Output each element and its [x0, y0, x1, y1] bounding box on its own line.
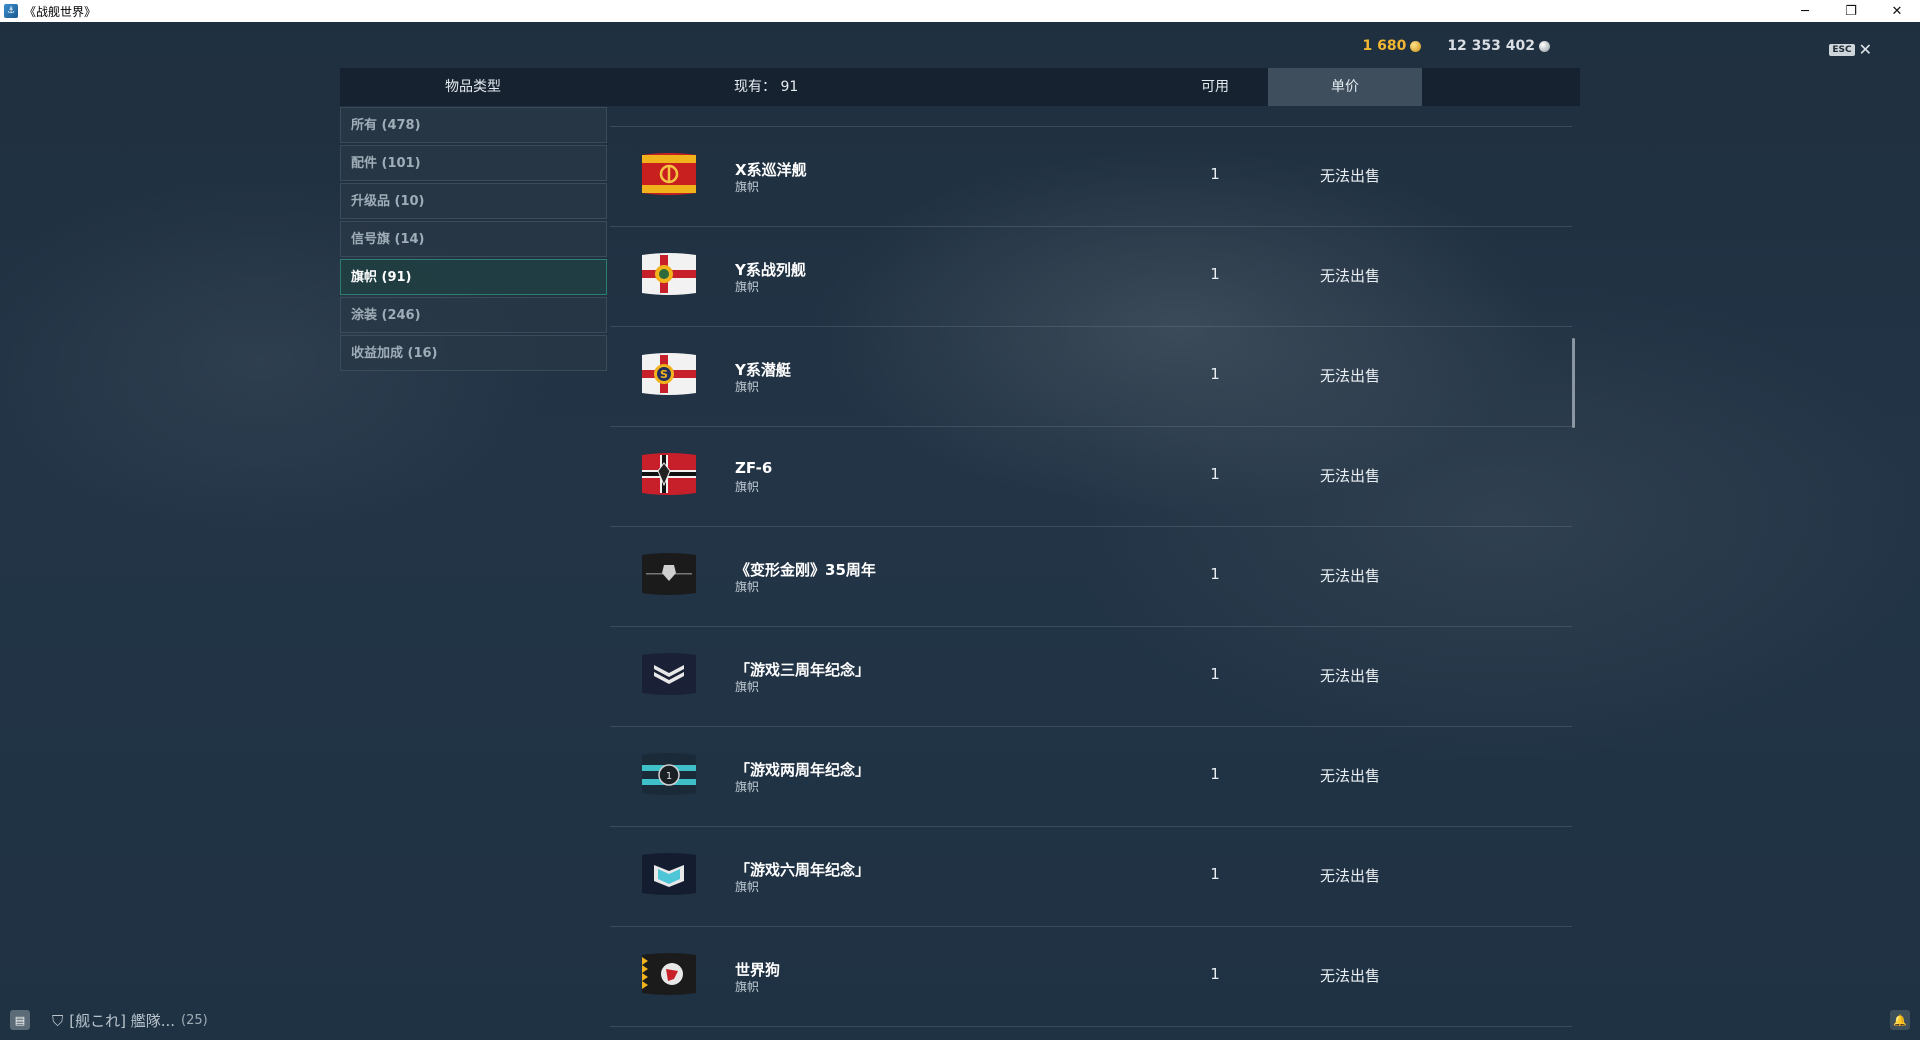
credits-balance: 12 353 402: [1447, 38, 1550, 54]
navy-book-flag-icon: [640, 851, 698, 897]
clan-member-count: (25): [181, 1013, 208, 1028]
list-item[interactable]: 1 「游戏两周年纪念」 旗帜 1 无法出售: [610, 727, 1572, 827]
navy-chevron-flag-icon: [640, 651, 698, 697]
item-quantity: 1: [1210, 565, 1220, 583]
item-quantity: 1: [1210, 865, 1220, 883]
esc-close-button[interactable]: ESC ✕: [1829, 40, 1872, 59]
list-item[interactable]: 世界狗 旗帜 1 无法出售: [610, 927, 1572, 1027]
item-quantity: 1: [1210, 665, 1220, 683]
item-price: 无法出售: [1319, 467, 1380, 485]
item-quantity: 1: [1210, 265, 1220, 283]
item-type: 旗帜: [735, 580, 760, 594]
list-item[interactable]: ZF-6 旗帜 1 无法出售: [610, 427, 1572, 527]
item-quantity: 1: [1210, 765, 1220, 783]
category-modules[interactable]: 配件 (101): [340, 145, 607, 181]
currency-display: 1 680 12 353 402: [1362, 38, 1550, 54]
list-item[interactable]: X系巡洋舰 旗帜 1 无法出售: [610, 127, 1572, 227]
item-name: 世界狗: [735, 961, 781, 979]
app-icon: ⚓: [4, 4, 18, 18]
red-anchor-flag-icon: [640, 151, 698, 197]
list-item[interactable]: 《变形金刚》35周年 旗帜 1 无法出售: [610, 527, 1572, 627]
list-item[interactable]: 「游戏六周年纪念」 旗帜 1 无法出售: [610, 827, 1572, 927]
clan-name: [舰これ] 艦隊...: [69, 1012, 176, 1030]
teal-anniversary-flag-icon: 1: [640, 751, 698, 797]
gold-balance: 1 680: [1362, 38, 1422, 54]
window-title: 《战舰世界》: [24, 4, 97, 19]
gold-amount: 1 680: [1362, 38, 1407, 54]
list-scrollbar[interactable]: [1572, 338, 1575, 428]
item-price: 无法出售: [1319, 867, 1380, 885]
item-type: 旗帜: [735, 780, 760, 794]
black-transformers-flag-icon: [640, 551, 698, 597]
item-type: 旗帜: [735, 680, 760, 694]
inventory-header: 物品类型 现有： 91 可用 单价: [340, 68, 1580, 106]
item-price: 无法出售: [1319, 367, 1380, 385]
list-item[interactable]: Y系战列舰 旗帜 1 无法出售: [610, 227, 1572, 327]
item-list: X系巡洋舰 旗帜 1 无法出售 Y系战列舰 旗帜 1 无法出售 S Y系潜艇 旗…: [610, 126, 1572, 1027]
item-type: 旗帜: [735, 380, 760, 394]
item-price: 无法出售: [1319, 267, 1380, 285]
category-flags[interactable]: 旗帜 (91): [340, 259, 607, 295]
item-price: 无法出售: [1319, 967, 1380, 985]
item-price: 无法出售: [1319, 167, 1380, 185]
item-type: 旗帜: [735, 180, 760, 194]
item-price: 无法出售: [1319, 567, 1380, 585]
item-name: 《变形金刚》35周年: [735, 561, 876, 579]
notification-bell-icon[interactable]: 🔔: [1890, 1010, 1910, 1030]
category-camouflage[interactable]: 涂装 (246): [340, 297, 607, 333]
item-price: 无法出售: [1319, 667, 1380, 685]
category-upgrades[interactable]: 升级品 (10): [340, 183, 607, 219]
item-quantity: 1: [1210, 365, 1220, 383]
svg-text:1: 1: [666, 771, 672, 782]
item-name: ZF-6: [735, 459, 773, 477]
item-type: 旗帜: [735, 280, 760, 294]
credits-icon: [1539, 40, 1550, 52]
category-economic-bonuses[interactable]: 收益加成 (16): [340, 335, 607, 371]
item-type: 旗帜: [735, 480, 760, 494]
category-signals[interactable]: 信号旗 (14): [340, 221, 607, 257]
item-name: 「游戏三周年纪念」: [735, 661, 871, 679]
doubloon-icon: [1410, 40, 1422, 52]
item-type: 旗帜: [735, 880, 760, 894]
svg-text:S: S: [660, 368, 668, 381]
restore-button[interactable]: ❐: [1828, 0, 1874, 22]
item-name: 「游戏六周年纪念」: [735, 861, 871, 879]
column-count: 现有： 91: [734, 79, 799, 95]
chat-icon[interactable]: ▤: [10, 1010, 30, 1030]
minimize-button[interactable]: ─: [1782, 0, 1828, 22]
item-name: Y系战列舰: [735, 261, 806, 279]
item-name: 「游戏两周年纪念」: [735, 761, 871, 779]
credits-amount: 12 353 402: [1447, 38, 1535, 54]
window-close-button[interactable]: ✕: [1874, 0, 1920, 22]
item-quantity: 1: [1210, 965, 1220, 983]
red-black-cross-emblem-flag-icon: [640, 451, 698, 497]
black-dog-flag-icon: [640, 951, 698, 997]
item-type: 旗帜: [735, 980, 760, 994]
item-price: 无法出售: [1319, 767, 1380, 785]
column-available[interactable]: 可用: [1170, 68, 1260, 106]
white-cross-crest-flag-icon: [640, 251, 698, 297]
item-quantity: 1: [1210, 165, 1220, 183]
close-icon: ✕: [1858, 40, 1872, 59]
column-item-type: 物品类型: [445, 79, 501, 95]
esc-key-icon: ESC: [1829, 44, 1855, 56]
clan-info[interactable]: ⛉ [舰これ] 艦隊... (25): [52, 1010, 208, 1031]
shield-icon: ⛉: [52, 1011, 64, 1030]
list-item[interactable]: 「游戏三周年纪念」 旗帜 1 无法出售: [610, 627, 1572, 727]
list-item[interactable]: S Y系潜艇 旗帜 1 无法出售: [610, 327, 1572, 427]
item-name: Y系潜艇: [735, 361, 791, 379]
column-unit-price[interactable]: 单价: [1268, 68, 1422, 106]
item-name: X系巡洋舰: [735, 161, 807, 179]
category-list: 所有 (478) 配件 (101) 升级品 (10) 信号旗 (14) 旗帜 (…: [340, 107, 607, 373]
item-quantity: 1: [1210, 465, 1220, 483]
window-controls: ─ ❐ ✕: [1782, 0, 1920, 22]
category-all[interactable]: 所有 (478): [340, 107, 607, 143]
white-cross-s-emblem-flag-icon: S: [640, 351, 698, 397]
window-titlebar: ⚓ 《战舰世界》 ─ ❐ ✕: [0, 0, 1920, 22]
